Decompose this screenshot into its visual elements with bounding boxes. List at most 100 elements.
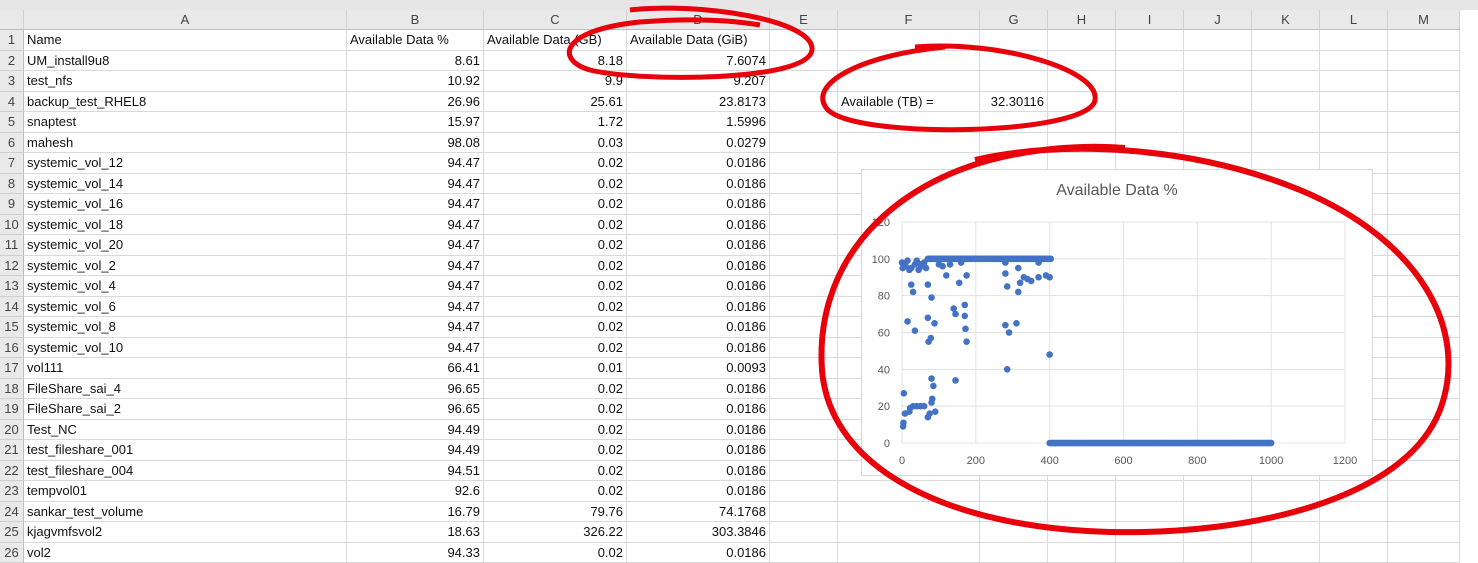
cell-B2[interactable]: 8.61 <box>347 51 484 72</box>
cell-B3[interactable]: 10.92 <box>347 71 484 92</box>
row-header[interactable]: 21 <box>0 440 24 461</box>
cell-K26[interactable] <box>1252 543 1320 563</box>
cell-M16[interactable] <box>1388 338 1460 359</box>
cell-M6[interactable] <box>1388 133 1460 154</box>
cell-E14[interactable] <box>770 297 838 318</box>
cell-D2[interactable]: 7.6074 <box>627 51 770 72</box>
cell-L6[interactable] <box>1320 133 1388 154</box>
cell-E8[interactable] <box>770 174 838 195</box>
cell-G26[interactable] <box>980 543 1048 563</box>
cell-E25[interactable] <box>770 522 838 543</box>
row-header[interactable]: 20 <box>0 420 24 441</box>
cell-A4[interactable]: backup_test_RHEL8 <box>24 92 347 113</box>
cell-A2[interactable]: UM_install9u8 <box>24 51 347 72</box>
cell-E9[interactable] <box>770 194 838 215</box>
cell-E18[interactable] <box>770 379 838 400</box>
cell-F24[interactable] <box>838 502 980 523</box>
cell-J4[interactable] <box>1184 92 1252 113</box>
cell-I23[interactable] <box>1116 481 1184 502</box>
cell-C20[interactable]: 0.02 <box>484 420 627 441</box>
cell-E15[interactable] <box>770 317 838 338</box>
cell-B10[interactable]: 94.47 <box>347 215 484 236</box>
cell-B6[interactable]: 98.08 <box>347 133 484 154</box>
column-header-A[interactable]: A <box>24 10 347 30</box>
row-header[interactable]: 13 <box>0 276 24 297</box>
cell-E23[interactable] <box>770 481 838 502</box>
cell-B19[interactable]: 96.65 <box>347 399 484 420</box>
cell-C19[interactable]: 0.02 <box>484 399 627 420</box>
cell-D15[interactable]: 0.0186 <box>627 317 770 338</box>
cell-C15[interactable]: 0.02 <box>484 317 627 338</box>
cell-D4[interactable]: 23.8173 <box>627 92 770 113</box>
cell-D5[interactable]: 1.5996 <box>627 112 770 133</box>
cell-G2[interactable] <box>980 51 1048 72</box>
cell-D9[interactable]: 0.0186 <box>627 194 770 215</box>
cell-A14[interactable]: systemic_vol_6 <box>24 297 347 318</box>
cell-L26[interactable] <box>1320 543 1388 563</box>
cell-C14[interactable]: 0.02 <box>484 297 627 318</box>
cell-A10[interactable]: systemic_vol_18 <box>24 215 347 236</box>
cell-K4[interactable] <box>1252 92 1320 113</box>
cell-D20[interactable]: 0.0186 <box>627 420 770 441</box>
row-header[interactable]: 25 <box>0 522 24 543</box>
cell-D24[interactable]: 74.1768 <box>627 502 770 523</box>
cell-M1[interactable] <box>1388 30 1460 51</box>
column-header-H[interactable]: H <box>1048 10 1116 30</box>
cell-B8[interactable]: 94.47 <box>347 174 484 195</box>
cell-A3[interactable]: test_nfs <box>24 71 347 92</box>
cell-M3[interactable] <box>1388 71 1460 92</box>
cell-E16[interactable] <box>770 338 838 359</box>
cell-I6[interactable] <box>1116 133 1184 154</box>
cell-F3[interactable] <box>838 71 980 92</box>
cell-M2[interactable] <box>1388 51 1460 72</box>
column-header-K[interactable]: K <box>1252 10 1320 30</box>
cell-A15[interactable]: systemic_vol_8 <box>24 317 347 338</box>
cell-D3[interactable]: 9.207 <box>627 71 770 92</box>
cell-F5[interactable] <box>838 112 980 133</box>
cell-J2[interactable] <box>1184 51 1252 72</box>
cell-H24[interactable] <box>1048 502 1116 523</box>
cell-D25[interactable]: 303.3846 <box>627 522 770 543</box>
cell-L23[interactable] <box>1320 481 1388 502</box>
cell-A8[interactable]: systemic_vol_14 <box>24 174 347 195</box>
cell-M4[interactable] <box>1388 92 1460 113</box>
cell-K2[interactable] <box>1252 51 1320 72</box>
cell-C12[interactable]: 0.02 <box>484 256 627 277</box>
cell-E20[interactable] <box>770 420 838 441</box>
column-header-E[interactable]: E <box>770 10 838 30</box>
row-header[interactable]: 17 <box>0 358 24 379</box>
cell-L1[interactable] <box>1320 30 1388 51</box>
cell-D7[interactable]: 0.0186 <box>627 153 770 174</box>
row-header[interactable]: 8 <box>0 174 24 195</box>
row-header[interactable]: 5 <box>0 112 24 133</box>
cell-L5[interactable] <box>1320 112 1388 133</box>
row-header[interactable]: 6 <box>0 133 24 154</box>
cell-I3[interactable] <box>1116 71 1184 92</box>
cell-M24[interactable] <box>1388 502 1460 523</box>
cell-M7[interactable] <box>1388 153 1460 174</box>
cell-C2[interactable]: 8.18 <box>484 51 627 72</box>
cell-D14[interactable]: 0.0186 <box>627 297 770 318</box>
cell-H2[interactable] <box>1048 51 1116 72</box>
cell-F2[interactable] <box>838 51 980 72</box>
cell-A25[interactable]: kjagvmfsvol2 <box>24 522 347 543</box>
cell-M22[interactable] <box>1388 461 1460 482</box>
cell-H23[interactable] <box>1048 481 1116 502</box>
cell-D22[interactable]: 0.0186 <box>627 461 770 482</box>
cell-G6[interactable] <box>980 133 1048 154</box>
cell-I26[interactable] <box>1116 543 1184 563</box>
cell-E13[interactable] <box>770 276 838 297</box>
cell-A26[interactable]: vol2 <box>24 543 347 563</box>
cell-F26[interactable] <box>838 543 980 563</box>
row-header[interactable]: 10 <box>0 215 24 236</box>
column-header-G[interactable]: G <box>980 10 1048 30</box>
cell-C1[interactable]: Available Data (GB) <box>484 30 627 51</box>
cell-C25[interactable]: 326.22 <box>484 522 627 543</box>
cell-C4[interactable]: 25.61 <box>484 92 627 113</box>
cell-B12[interactable]: 94.47 <box>347 256 484 277</box>
cell-B11[interactable]: 94.47 <box>347 235 484 256</box>
column-header-F[interactable]: F <box>838 10 980 30</box>
cell-A7[interactable]: systemic_vol_12 <box>24 153 347 174</box>
cell-G4[interactable]: 32.30116 <box>980 92 1048 113</box>
cell-A17[interactable]: vol111 <box>24 358 347 379</box>
